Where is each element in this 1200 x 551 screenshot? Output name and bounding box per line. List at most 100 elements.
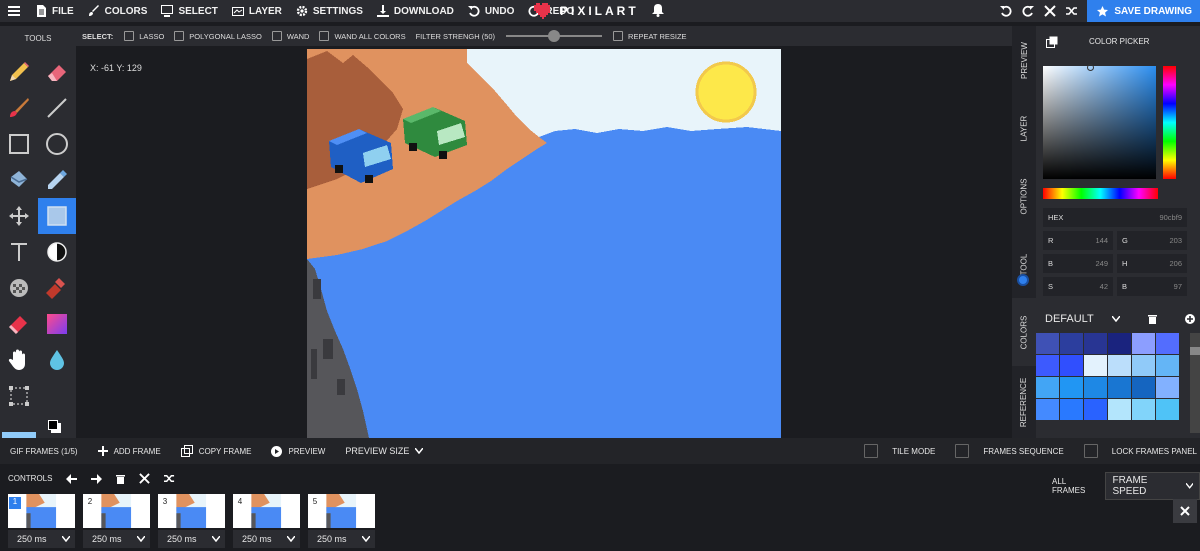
wand-all-colors-checkbox[interactable]: WAND ALL COLORS	[314, 31, 410, 41]
download-menu[interactable]: DOWNLOAD	[370, 0, 461, 22]
wand-checkbox[interactable]: WAND	[267, 31, 315, 41]
frames-sequence-box[interactable]	[955, 444, 970, 458]
select-menu[interactable]: SELECT	[154, 0, 224, 22]
blur-tool[interactable]	[38, 342, 76, 378]
line-tool[interactable]	[38, 90, 76, 126]
picker-cursor[interactable]	[1087, 64, 1094, 71]
hex-field[interactable]: HEX 90cbf9	[1043, 208, 1187, 227]
text-tool[interactable]	[0, 234, 38, 270]
hand-tool[interactable]	[0, 342, 38, 378]
wand-all-colors-box[interactable]	[319, 31, 330, 41]
copy-frame-button[interactable]: COPY FRAME	[171, 445, 262, 457]
drawing-canvas[interactable]	[307, 49, 781, 438]
saturation-value-picker[interactable]	[1043, 64, 1156, 179]
fill-tool[interactable]	[0, 162, 38, 198]
pixilart-logo[interactable]: PIXILART	[534, 0, 639, 22]
palette-swatch[interactable]	[1132, 399, 1155, 420]
palette-swatch[interactable]	[1084, 377, 1107, 398]
polygonal-lasso-box[interactable]	[174, 31, 185, 41]
palette-swatch[interactable]	[1036, 355, 1059, 376]
palette-swatch[interactable]	[1156, 333, 1179, 354]
trash-icon[interactable]	[1147, 314, 1157, 324]
scrollbar-thumb[interactable]	[1190, 347, 1200, 355]
eraser-tool[interactable]	[38, 54, 76, 90]
file-menu[interactable]: FILE	[28, 0, 81, 22]
undo-quick-button[interactable]	[995, 0, 1017, 22]
red-field[interactable]: R 144	[1043, 231, 1113, 250]
palette-scrollbar[interactable]	[1190, 333, 1200, 433]
add-circle-icon[interactable]	[1184, 314, 1195, 324]
frame-thumbnail[interactable]: 4	[233, 494, 300, 528]
preview-size-select[interactable]: PREVIEW SIZE	[335, 446, 433, 456]
palette-swatch[interactable]	[1036, 399, 1059, 420]
tab-tool[interactable]: TOOL	[1012, 230, 1036, 298]
hue-slider-horizontal[interactable]	[1043, 188, 1158, 199]
repeat-resize-box[interactable]	[613, 31, 624, 41]
trash-icon[interactable]	[116, 474, 126, 484]
tab-colors[interactable]: COLORS	[1012, 298, 1036, 366]
filter-strength-slider[interactable]	[506, 30, 603, 42]
palette-swatch[interactable]	[1108, 355, 1131, 376]
flip-button[interactable]	[1039, 0, 1061, 22]
brightness-field[interactable]: B 97	[1117, 277, 1187, 296]
saturation-field[interactable]: S 42	[1043, 277, 1113, 296]
gradient-tool[interactable]	[38, 306, 76, 342]
polygonal-lasso-checkbox[interactable]: POLYGONAL LASSO	[169, 31, 267, 41]
frame-item[interactable]: 5 250 ms	[308, 494, 375, 548]
frame-speed-select[interactable]: FRAME SPEED	[1105, 472, 1200, 500]
pattern-tool[interactable]	[0, 270, 38, 306]
palette-swatch[interactable]	[1084, 399, 1107, 420]
palette-swatch[interactable]	[1036, 377, 1059, 398]
frame-item[interactable]: 1 250 ms	[8, 494, 75, 548]
palette-swatch[interactable]	[1060, 333, 1083, 354]
frame-item[interactable]: 2 250 ms	[83, 494, 150, 548]
lasso-box[interactable]	[124, 31, 135, 41]
notifications-button[interactable]	[652, 4, 664, 20]
tile-mode-checkbox[interactable]: TILE MODE	[854, 444, 945, 458]
undo-button[interactable]: UNDO	[461, 0, 521, 22]
palette-swatch[interactable]	[1132, 333, 1155, 354]
frame-item[interactable]: 4 250 ms	[233, 494, 300, 548]
palette-swatch[interactable]	[1084, 355, 1107, 376]
arrow-left-icon[interactable]	[66, 473, 78, 484]
palette-swatch[interactable]	[1036, 333, 1059, 354]
frame-duration-select[interactable]: 250 ms	[308, 530, 375, 548]
replace-color-tool[interactable]	[0, 306, 38, 342]
popout-icon[interactable]	[1046, 35, 1058, 53]
palette-swatch[interactable]	[1132, 355, 1155, 376]
arrow-right-icon[interactable]	[91, 473, 103, 484]
palette-swatch[interactable]	[1108, 333, 1131, 354]
dither-tool[interactable]	[38, 234, 76, 270]
tab-preview[interactable]: PREVIEW	[1012, 26, 1036, 94]
add-frame-button[interactable]: ADD FRAME	[88, 446, 171, 456]
frame-duration-select[interactable]: 250 ms	[233, 530, 300, 548]
lock-frames-panel-box[interactable]	[1083, 444, 1098, 458]
colors-menu[interactable]: COLORS	[81, 0, 155, 22]
palette-swatch[interactable]	[1084, 333, 1107, 354]
selection-tool[interactable]	[38, 198, 76, 234]
palette-swatch[interactable]	[1156, 399, 1179, 420]
repeat-resize-checkbox[interactable]: REPEAT RESIZE	[608, 31, 692, 41]
lock-frames-panel-checkbox[interactable]: LOCK FRAMES PANEL	[1074, 444, 1200, 458]
preview-button[interactable]: PREVIEW	[261, 445, 335, 457]
palette-swatch[interactable]	[1156, 355, 1179, 376]
slider-knob[interactable]	[548, 30, 561, 42]
palette-swatch[interactable]	[1060, 377, 1083, 398]
shuffle-button[interactable]	[1061, 0, 1083, 22]
lasso-checkbox[interactable]: LASSO	[119, 31, 169, 41]
palette-swatch[interactable]	[1132, 377, 1155, 398]
tab-layer[interactable]: LAYER	[1012, 94, 1036, 162]
ellipse-tool[interactable]	[38, 126, 76, 162]
palette-swatch[interactable]	[1108, 377, 1131, 398]
brush-tool[interactable]	[0, 90, 38, 126]
flip-icon[interactable]	[139, 473, 151, 484]
frame-thumbnail[interactable]: 3	[158, 494, 225, 528]
palette-swatch[interactable]	[1156, 377, 1179, 398]
hamburger-menu-button[interactable]	[0, 0, 28, 22]
move-tool[interactable]	[0, 198, 38, 234]
hue-field[interactable]: H 206	[1117, 254, 1187, 273]
settings-menu[interactable]: SETTINGS	[289, 0, 370, 22]
palette-swatch[interactable]	[1060, 355, 1083, 376]
layer-menu[interactable]: LAYER	[225, 0, 289, 22]
frame-duration-select[interactable]: 250 ms	[83, 530, 150, 548]
